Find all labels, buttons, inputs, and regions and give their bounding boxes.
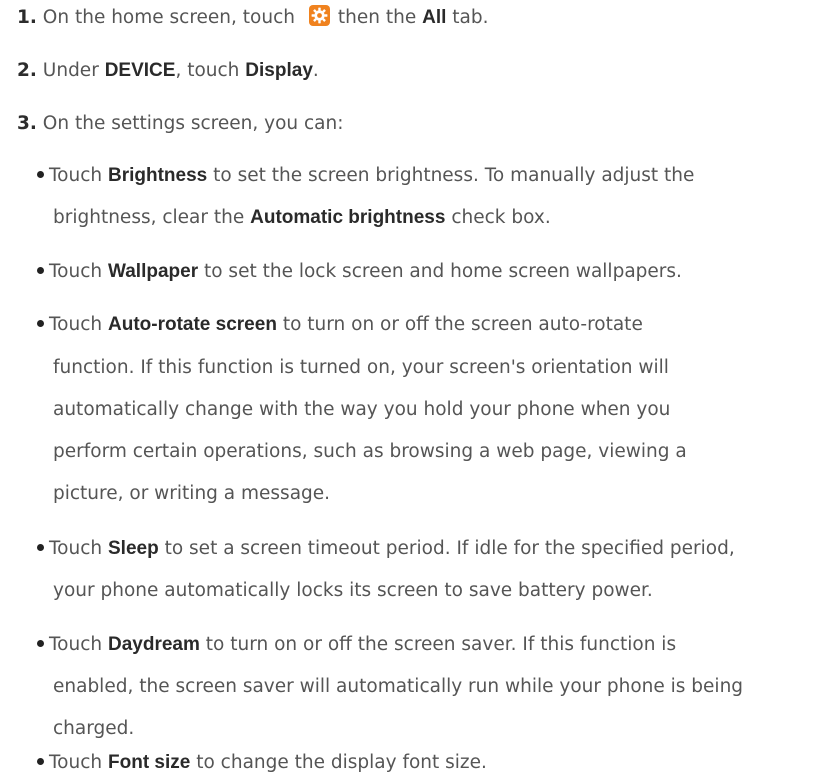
- wallpaper-label: Wallpaper: [108, 261, 199, 282]
- device-section-label: DEVICE: [104, 60, 176, 81]
- bullet-text: Touch: [49, 314, 103, 335]
- bullet-text: Touch: [49, 538, 103, 559]
- bullet-text: your phone automatically locks its scree…: [53, 580, 653, 601]
- bullet-sleep-line-2: your phone automatically locks its scree…: [53, 580, 653, 602]
- bullet-auto-rotate: Touch Auto-rotate screen to turn on or o…: [37, 314, 643, 336]
- instructions-document: 1. On the home screen, touch then the Al…: [0, 0, 818, 777]
- bullet-text: brightness, clear the: [53, 207, 245, 228]
- automatic-brightness-label: Automatic brightness: [250, 207, 446, 228]
- bullet-text: to turn on or off the screen auto-rotate: [282, 314, 643, 335]
- bullet-text: Touch: [49, 165, 103, 186]
- settings-gear-icon: [308, 4, 330, 26]
- bullet-dot: [37, 319, 44, 327]
- step-text: tab.: [452, 7, 489, 28]
- bullet-text: to turn on or off the screen saver. If t…: [205, 634, 677, 655]
- step-3: 3. On the settings screen, you can:: [17, 113, 343, 135]
- step-text: , touch: [175, 60, 240, 81]
- bullet-text: to set the screen brightness. To manuall…: [213, 165, 695, 186]
- bullet-auto-rotate-line-5: picture, or writing a message.: [53, 483, 330, 505]
- daydream-label: Daydream: [108, 634, 200, 655]
- all-tab-label: All: [422, 7, 447, 28]
- auto-rotate-label: Auto-rotate screen: [108, 314, 277, 335]
- bullet-text: perform certain operations, such as brow…: [53, 441, 687, 462]
- display-setting-label: Display: [245, 60, 313, 81]
- bullet-daydream-line-2: enabled, the screen saver will automatic…: [53, 676, 743, 698]
- bullet-auto-rotate-line-4: perform certain operations, such as brow…: [53, 441, 687, 463]
- step-number: 2.: [17, 60, 37, 81]
- step-2: 2. Under DEVICE, touch Display.: [17, 60, 319, 82]
- bullet-text: to set the lock screen and home screen w…: [203, 261, 682, 282]
- brightness-label: Brightness: [108, 165, 208, 186]
- bullet-text: Touch: [49, 752, 103, 773]
- bullet-dot: [37, 639, 44, 647]
- bullet-auto-rotate-line-3: automatically change with the way you ho…: [53, 399, 670, 421]
- bullet-text: to set a screen timeout period. If idle …: [164, 538, 735, 559]
- bullet-wallpaper: Touch Wallpaper to set the lock screen a…: [37, 261, 682, 283]
- bullet-daydream: Touch Daydream to turn on or off the scr…: [37, 634, 676, 656]
- sleep-label: Sleep: [108, 538, 159, 559]
- bullet-text: picture, or writing a message.: [53, 483, 331, 504]
- step-text: .: [312, 60, 319, 81]
- step-number: 3.: [17, 113, 37, 134]
- bullet-text: automatically change with the way you ho…: [53, 399, 671, 420]
- bullet-font-size: Touch Font size to change the display fo…: [37, 752, 487, 774]
- bullet-brightness-line-2: brightness, clear the Automatic brightne…: [53, 207, 551, 229]
- bullet-brightness: Touch Brightness to set the screen brigh…: [37, 165, 694, 187]
- bullet-auto-rotate-line-2: function. If this function is turned on,…: [53, 357, 669, 379]
- bullet-dot: [37, 170, 44, 178]
- step-1: 1. On the home screen, touch then the Al…: [17, 4, 489, 29]
- bullet-text: function. If this function is turned on,…: [53, 357, 669, 378]
- bullet-text: Touch: [49, 261, 103, 282]
- step-text: Under: [42, 60, 99, 81]
- bullet-text: enabled, the screen saver will automatic…: [53, 676, 744, 697]
- bullet-dot: [37, 266, 44, 274]
- step-text: On the home screen, touch: [42, 7, 295, 28]
- bullet-text: Touch: [49, 634, 103, 655]
- step-number: 1.: [17, 7, 37, 28]
- font-size-label: Font size: [108, 752, 191, 773]
- step-text: then the: [337, 7, 417, 28]
- bullet-sleep: Touch Sleep to set a screen timeout peri…: [37, 538, 735, 560]
- bullet-daydream-line-3: charged.: [53, 718, 134, 740]
- step-text: On the settings screen, you can:: [42, 113, 344, 134]
- bullet-dot: [37, 757, 44, 765]
- bullet-text: to change the display font size.: [196, 752, 487, 773]
- bullet-text: charged.: [53, 718, 135, 739]
- bullet-dot: [37, 543, 44, 551]
- bullet-text: check box.: [451, 207, 551, 228]
